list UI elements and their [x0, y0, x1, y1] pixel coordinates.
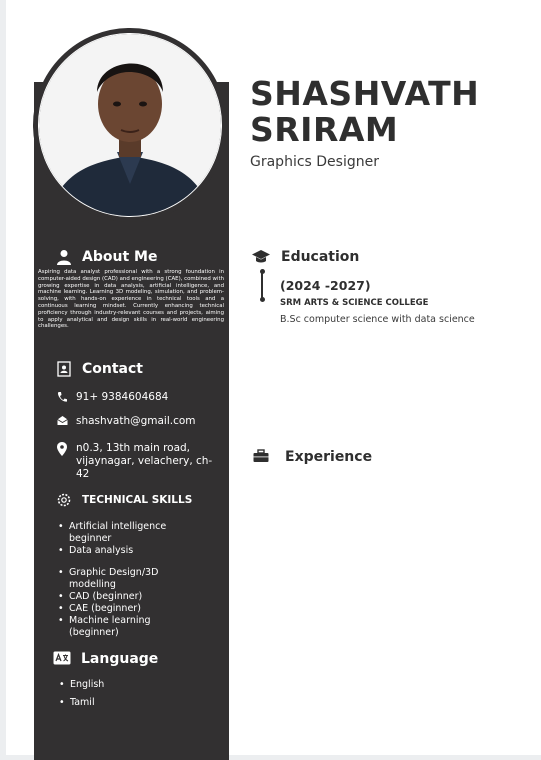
skill-item: CAD (beginner) — [58, 591, 170, 603]
name-last: SRIRAM — [250, 110, 399, 149]
experience-title: Experience — [285, 449, 373, 465]
location-pin-icon — [56, 442, 68, 481]
graduation-cap-icon — [251, 249, 271, 265]
job-title: Graphics Designer — [250, 154, 379, 170]
about-title: About Me — [82, 249, 158, 265]
skills-title: TECHNICAL SKILLS — [82, 494, 193, 506]
about-heading: About Me — [56, 249, 157, 265]
skills-list: Artificial intelligence beginner Data an… — [58, 521, 170, 639]
contact-address: n0.3, 13th main road, vijaynagar, velach… — [56, 442, 216, 481]
contact-heading: Contact — [56, 361, 143, 377]
briefcase-icon — [253, 449, 269, 465]
education-degree: B.Sc computer science with data science — [280, 314, 475, 325]
timeline-line — [261, 272, 263, 300]
experience-heading: Experience — [253, 449, 372, 465]
language-item: Tamil — [59, 697, 104, 709]
education-college: SRM ARTS & SCIENCE COLLEGE — [280, 298, 429, 308]
about-text: Aspiring data analyst professional with … — [38, 269, 224, 330]
skill-item: Artificial intelligence beginner — [58, 521, 170, 545]
person-icon — [56, 249, 72, 265]
education-years: (2024 -2027) — [280, 278, 371, 293]
contact-card-icon — [56, 361, 72, 377]
skill-item: Data analysis — [58, 545, 170, 557]
phone-number: 91+ 9384604684 — [76, 391, 169, 403]
language-item: English — [59, 679, 104, 691]
language-heading: Language — [53, 651, 158, 667]
address-text: n0.3, 13th main road, vijaynagar, velach… — [76, 442, 213, 480]
envelope-icon — [56, 415, 68, 430]
contact-email: shashvath@gmail.com — [56, 415, 196, 430]
email-address: shashvath@gmail.com — [76, 415, 196, 427]
skill-item: Machine learning (beginner) — [58, 615, 170, 639]
name-first: SHASHVATH — [250, 74, 480, 113]
profile-photo — [39, 34, 221, 216]
language-list: English Tamil — [59, 679, 104, 709]
timeline-dot — [259, 297, 265, 302]
skill-item: Graphic Design/3D modelling — [58, 567, 170, 591]
contact-phone: 91+ 9384604684 — [56, 391, 168, 407]
skills-heading: TECHNICAL SKILLS — [56, 492, 192, 508]
gear-icon — [56, 492, 72, 508]
contact-title: Contact — [82, 361, 143, 377]
education-heading: Education — [251, 249, 359, 265]
skill-item: CAE (beginner) — [58, 603, 170, 615]
language-title: Language — [81, 651, 159, 667]
timeline-dot — [259, 269, 265, 274]
education-title: Education — [281, 249, 360, 265]
name-heading: SHASHVATH SRIRAM — [250, 76, 479, 148]
translate-icon — [53, 651, 71, 667]
phone-icon — [56, 391, 68, 407]
